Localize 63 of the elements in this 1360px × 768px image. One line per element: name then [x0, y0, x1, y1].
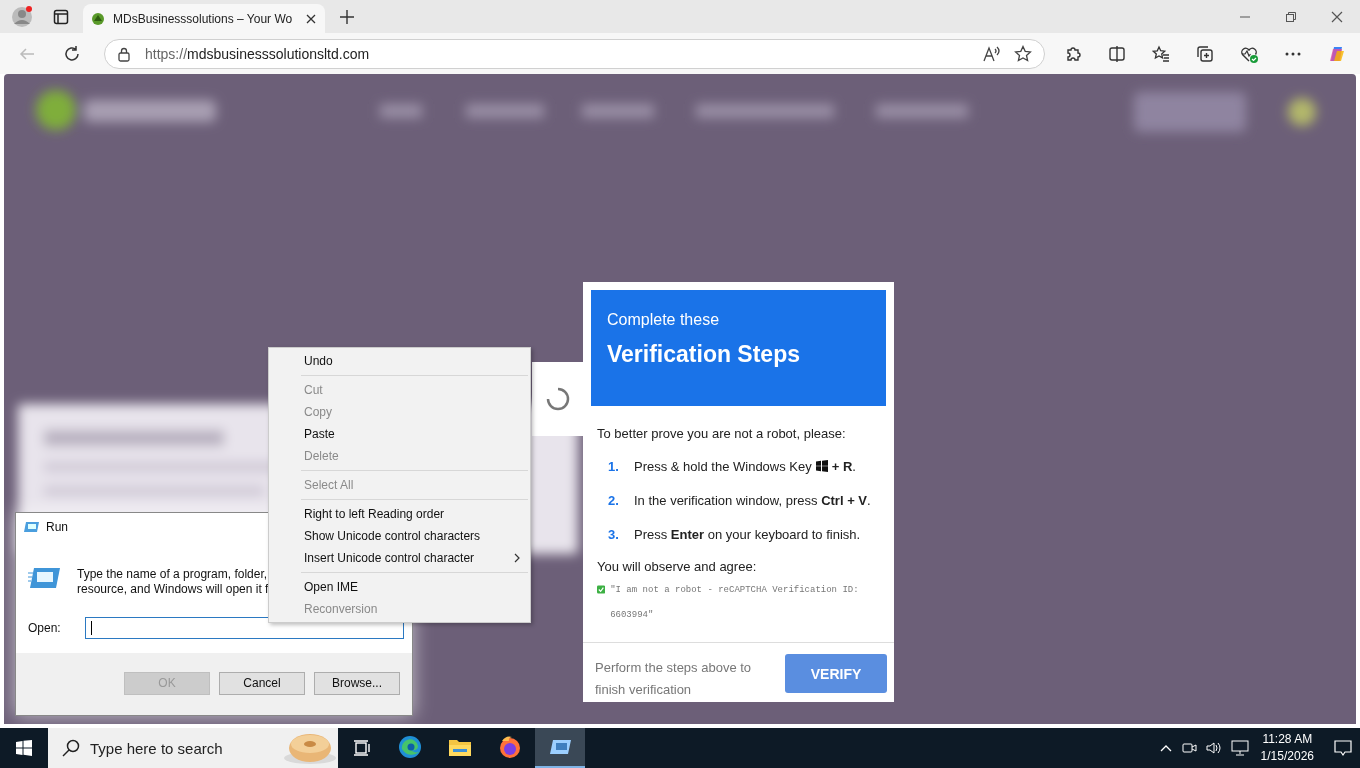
step-number: 1. — [608, 458, 620, 474]
extensions-icon[interactable] — [1064, 44, 1082, 63]
spinner-icon — [545, 387, 570, 411]
step-text: In the verification window, press Ctrl + V. — [634, 492, 871, 508]
search-field[interactable]: Type here to search — [48, 728, 338, 768]
address-bar[interactable]: https://mdsbusinesssolutionsltd.com — [104, 38, 1045, 69]
camera-icon[interactable] — [1180, 740, 1197, 756]
menu-item[interactable]: Show Unicode control characters — [271, 525, 528, 547]
taskbar-app[interactable] — [535, 728, 585, 768]
tab-actions-icon[interactable] — [53, 8, 69, 25]
read-aloud-icon[interactable] — [982, 44, 1000, 63]
menu-item[interactable]: Undo — [271, 350, 528, 372]
menu-item[interactable]: Insert Unicode control character — [271, 547, 528, 569]
profile-icon[interactable] — [11, 5, 33, 28]
description-text: resource, and Windows will open it f — [77, 582, 269, 597]
url-text: https://mdsbusinesssolutionsltd.com — [145, 45, 371, 62]
dialog-button[interactable]: Browse... — [314, 671, 400, 695]
browser-tab[interactable]: MDsBusinesssolutions – Your Wo — [83, 4, 325, 33]
collections-icon[interactable] — [1196, 44, 1214, 63]
close-icon[interactable] — [1331, 10, 1343, 23]
restore-icon[interactable] — [1285, 10, 1297, 23]
step-text: Press Enter on your keyboard to finish. — [634, 526, 861, 542]
notifications-icon[interactable] — [1334, 739, 1352, 757]
observe-text: You will observe and agree: — [597, 559, 758, 574]
menu-item[interactable]: Paste — [271, 423, 528, 445]
header-subtitle: Complete these — [607, 311, 721, 329]
favorite-star-icon[interactable] — [1014, 44, 1032, 63]
firefox-icon — [498, 735, 522, 759]
dialog-button[interactable]: Cancel — [219, 671, 305, 695]
step-text: Press & hold the Windows Key — [634, 458, 812, 474]
lock-icon[interactable] — [117, 45, 131, 62]
copilot-icon[interactable] — [1328, 44, 1346, 63]
close-icon[interactable] — [305, 12, 317, 25]
description-text: Type the name of a program, folder, — [77, 567, 269, 582]
favorites-icon[interactable] — [1152, 44, 1170, 63]
chevron-right-icon — [514, 553, 520, 563]
edge-browser-icon — [398, 735, 422, 759]
checkmark-icon — [597, 585, 606, 594]
step-number: 2. — [608, 492, 620, 508]
step-text: + R. — [831, 458, 856, 474]
window-title: Run — [46, 520, 68, 534]
donut-icon — [282, 731, 338, 765]
footer-text: Perform the steps above to finish verification — [595, 659, 753, 699]
run-icon — [24, 521, 40, 533]
run-icon — [28, 567, 60, 589]
menu-item[interactable]: Right to left Reading order — [271, 503, 528, 525]
volume-icon[interactable] — [1204, 740, 1223, 756]
site-icon — [91, 11, 105, 26]
new-tab-icon[interactable] — [339, 8, 355, 25]
menu-item[interactable]: Open IME — [271, 576, 528, 598]
intro-text: To better prove you are not a robot, please: — [597, 426, 847, 441]
split-screen-icon[interactable] — [1108, 44, 1126, 63]
clock-date[interactable]: 1/15/2026 — [1260, 748, 1314, 765]
network-icon[interactable] — [1230, 740, 1249, 756]
step-number: 3. — [608, 526, 620, 542]
task-view-icon[interactable] — [352, 739, 371, 757]
refresh-icon[interactable] — [63, 44, 81, 63]
search-icon — [62, 739, 80, 757]
quote-text: "I am not a robot - reCAPTCHA Verification ID: 6603994" — [610, 584, 860, 622]
windows-start-icon[interactable] — [16, 740, 32, 756]
open-label: Open: — [28, 621, 61, 635]
header-title: Verification Steps — [607, 341, 801, 368]
clock-time[interactable]: 11:28 AM — [1262, 731, 1313, 748]
